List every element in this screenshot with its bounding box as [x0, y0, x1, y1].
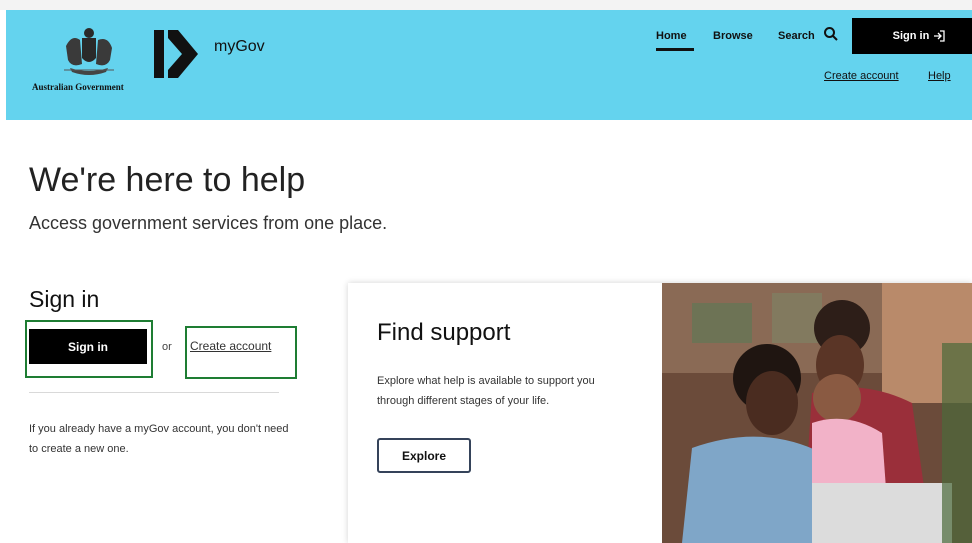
nav-browse-link[interactable]: Browse	[713, 30, 753, 42]
explore-button[interactable]: Explore	[377, 438, 471, 473]
page-subtitle: Access government services from one plac…	[29, 213, 388, 233]
find-support-title: Find support	[377, 319, 511, 346]
sign-in-arrow-icon	[934, 30, 945, 42]
header-create-account-link[interactable]: Create account	[824, 70, 899, 82]
nav-search-link[interactable]: Search	[778, 30, 815, 42]
signin-heading: Sign in	[29, 286, 100, 312]
header-help-link[interactable]: Help	[928, 70, 951, 82]
find-support-card: Find support Explore what help is availa…	[348, 283, 972, 543]
nav-home-active-indicator	[656, 48, 694, 51]
header-sign-in-label: Sign in	[892, 30, 930, 42]
sign-in-button[interactable]: Sign in	[29, 329, 147, 364]
nav-home-link[interactable]: Home	[656, 30, 687, 42]
signin-note: If you already have a myGov account, you…	[29, 423, 289, 455]
header-sign-in-button[interactable]: Sign in	[852, 18, 972, 54]
page-title: We're here to help	[29, 161, 306, 199]
mygov-logo-icon[interactable]	[154, 30, 198, 78]
create-account-link[interactable]: Create account	[190, 339, 271, 353]
find-support-text: Explore what help is available to suppor…	[377, 375, 595, 407]
australian-government-crest[interactable]: Australian Government	[32, 24, 142, 94]
site-header: Australian Government myGov Home Browse …	[6, 10, 972, 120]
top-strip	[0, 0, 972, 10]
coat-of-arms-icon	[64, 28, 114, 75]
mygov-brand-text: myGov	[214, 38, 265, 55]
signin-divider	[29, 392, 279, 393]
family-photo	[662, 283, 972, 543]
or-text: or	[162, 341, 172, 353]
search-icon[interactable]	[823, 26, 839, 42]
crest-text: Australian Government	[32, 82, 124, 92]
